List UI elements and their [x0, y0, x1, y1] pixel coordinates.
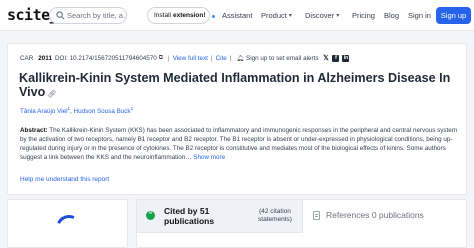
- author-link[interactable]: Hudson Sousa Buck: [74, 108, 131, 115]
- abstract: Abstract: The Kallikrein-Kinin System (K…: [20, 126, 460, 162]
- search-input[interactable]: [67, 8, 125, 23]
- nav-pricing[interactable]: Pricing: [352, 11, 375, 20]
- linkedin-icon[interactable]: in: [342, 55, 350, 62]
- citation-tabs: ❝ Cited by 51 publications (42 citation …: [136, 199, 467, 248]
- show-more-link[interactable]: Show more: [193, 154, 225, 161]
- twitter-icon[interactable]: 𝕏: [322, 55, 329, 62]
- nav-product[interactable]: Product ▾: [261, 11, 292, 20]
- publication-type: CAR: [20, 55, 34, 62]
- cited-by-label: Cited by 51 publications: [164, 206, 215, 226]
- top-navbar: scite_ Install extension! Assistant Prod…: [0, 0, 474, 31]
- tab-references[interactable]: References 0 publications: [326, 210, 424, 220]
- link-icon[interactable]: 🔗︎: [47, 88, 56, 102]
- paper-meta: CAR 2011 DOI: 10.2174/156720511794604570…: [20, 55, 350, 62]
- citation-statements-count: (42 citation statements): [258, 208, 292, 223]
- authors: Tânia Araújo Viel1, Hudson Sousa Buck1: [20, 106, 134, 116]
- bell-icon[interactable]: 🔔︎: [236, 55, 244, 62]
- view-full-text-link[interactable]: View full text: [173, 55, 208, 62]
- abstract-text: The Kallikrein-Kinin System (KKS) has be…: [20, 127, 458, 161]
- chrome-icon: [208, 11, 213, 20]
- citation-icon: ❝: [146, 211, 155, 220]
- search-icon: [56, 11, 65, 20]
- nav-sign-in[interactable]: Sign in: [408, 11, 431, 20]
- chevron-down-icon: ▾: [336, 13, 340, 19]
- copy-icon[interactable]: ⧉: [159, 55, 163, 62]
- install-label: Install: [154, 12, 171, 19]
- document-icon: [313, 211, 320, 220]
- paper-card: CAR 2011 DOI: 10.2174/156720511794604570…: [7, 43, 467, 195]
- doi: DOI: 10.2174/156720511794604570: [54, 55, 157, 62]
- publication-year: 2011: [38, 55, 52, 62]
- facebook-icon[interactable]: f: [332, 55, 340, 62]
- install-extension-label: extension!: [172, 12, 206, 19]
- email-alerts-link[interactable]: Sign up to set email alerts: [246, 55, 318, 62]
- nav-assistant[interactable]: Assistant: [222, 11, 252, 20]
- loading-panel: [7, 199, 128, 248]
- help-understand-link[interactable]: Help me understand this report: [20, 176, 109, 183]
- paper-title: Kallikrein-Kinin System Mediated Inflamm…: [19, 71, 459, 102]
- nav-blog[interactable]: Blog: [384, 11, 399, 20]
- cite-link[interactable]: Cite: [216, 55, 227, 62]
- loading-spinner: [52, 211, 86, 245]
- chevron-down-icon: ▾: [288, 13, 292, 19]
- abstract-label: Abstract:: [20, 127, 48, 134]
- tab-cited-by[interactable]: ❝ Cited by 51 publications (42 citation …: [137, 200, 303, 233]
- nav-discover[interactable]: Discover ▾: [305, 11, 339, 20]
- search-box[interactable]: [49, 7, 127, 24]
- author-link[interactable]: Tânia Araújo Viel: [20, 108, 68, 115]
- sign-up-button[interactable]: Sign up: [436, 7, 471, 24]
- install-extension-button[interactable]: Install extension!: [147, 7, 213, 24]
